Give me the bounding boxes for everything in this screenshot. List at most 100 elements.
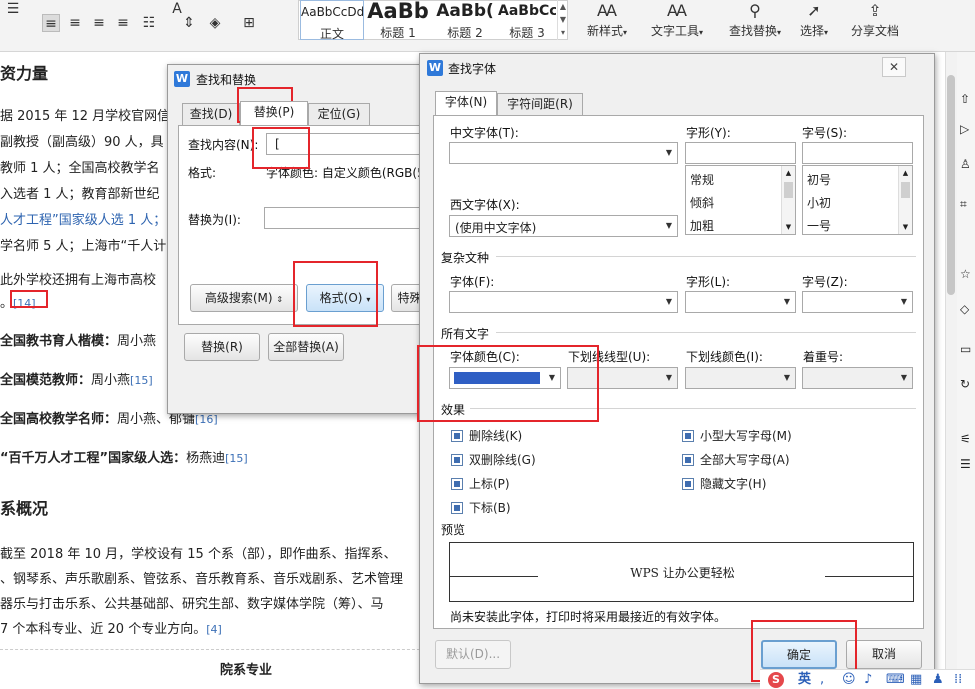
align-right-icon[interactable]: ≡ [90,14,108,32]
cursor-icon[interactable]: ▷ [960,122,969,136]
list-scrollbar[interactable]: ▲ ▼ [898,166,912,234]
align-center-icon[interactable]: ≡ [66,14,84,32]
emphasis-combo[interactable]: ▼ [802,367,913,389]
style-heading-2[interactable]: AaBb( 标题 2 [432,0,498,40]
checkbox-all-caps[interactable]: 全部大写字母(A) [682,451,790,468]
scrollbar-thumb[interactable] [784,182,793,198]
checkbox-small-caps[interactable]: 小型大写字母(M) [682,427,792,444]
tab-goto[interactable]: 定位(G) [308,103,370,125]
style-normal[interactable]: AaBbCcDd 正文 [300,0,364,41]
checkbox-box[interactable] [451,502,463,514]
style-heading-3[interactable]: AaBbCcI 标题 3 [498,0,556,40]
share-button[interactable]: ⇪ 分享文档 [846,0,904,39]
chevron-down-icon[interactable]: ▼ [782,220,795,234]
tab-char-spacing[interactable]: 字符间距(R) [497,93,583,115]
wps-logo-icon: W [174,71,190,87]
layout-icon[interactable]: ▭ [960,342,971,356]
advanced-search-button[interactable]: 高级搜索(M) ⇕ [190,284,298,312]
sogou-icon[interactable]: S [768,672,784,688]
justify-icon[interactable]: ≡ [114,14,132,32]
checkbox-subscript[interactable]: 下标(B) [451,499,511,516]
western-font-combo[interactable]: (使用中文字体) ▼ [449,215,678,237]
checkbox-hidden[interactable]: 隐藏文字(H) [682,475,766,492]
close-icon[interactable]: ✕ [882,57,906,77]
scrollbar-thumb[interactable] [947,75,955,295]
size-option[interactable]: 一号 [807,217,831,234]
complex-font-combo[interactable]: ▼ [449,291,678,313]
citation-ref[interactable]: [16] [195,413,218,426]
complex-size-combo[interactable]: ▼ [802,291,913,313]
checkbox-box[interactable] [451,478,463,490]
list-scrollbar[interactable]: ▲ ▼ [781,166,795,234]
checkbox-double-strikethrough[interactable]: 双删除线(G) [451,451,536,468]
chevron-down-icon[interactable]: ▼ [899,220,912,234]
size-input[interactable] [802,142,913,164]
sliders-icon[interactable]: ⚟ [960,432,971,446]
tab-find[interactable]: 查找(D) [182,103,240,125]
tab-font[interactable]: 字体(N) [435,91,497,115]
list-icon[interactable]: ☰ [4,0,22,18]
shirt-icon[interactable]: ♟ [932,671,944,689]
grid-icon[interactable]: ⁞⁞ [954,671,962,689]
chinese-font-combo[interactable]: ▼ [449,142,678,164]
smile-icon[interactable]: ☺ [842,671,856,689]
cube-icon[interactable]: ◇ [960,302,969,316]
punctuation-icon[interactable]: , [820,671,824,689]
distributed-icon[interactable]: ☷ [140,14,158,32]
citation-ref[interactable]: [15] [130,374,153,387]
default-button[interactable]: 默认(D)... [435,640,511,669]
refresh-icon[interactable]: ↻ [960,377,970,391]
complex-style-combo[interactable]: ▼ [685,291,796,313]
find-label: 查找内容(N): [188,138,259,152]
list-icon[interactable]: ☰ [960,457,971,471]
style-heading-1[interactable]: AaBb 标题 1 [366,0,430,40]
style-option[interactable]: 加粗 [690,217,714,234]
replace-button[interactable]: 替换(R) [184,333,260,361]
style-list[interactable]: 常规 倾斜 加粗 ▲ ▼ [685,165,796,235]
find-replace-button[interactable]: ⚲ 查找替换▾ [724,0,786,39]
skin-icon[interactable]: ▦ [910,671,922,689]
new-style-button[interactable]: Ꜳ 新样式▾ [580,0,634,39]
chevron-up-icon[interactable]: ▲ [899,166,912,180]
size-option[interactable]: 小初 [807,194,831,211]
dialog-titlebar[interactable]: W 查找字体 ✕ [420,54,934,82]
star-icon[interactable]: ☆ [960,267,971,281]
tab-replace[interactable]: 替换(P) [240,101,308,125]
line-spacing-icon[interactable]: ⇕ [180,14,198,32]
checkbox-box[interactable] [682,454,694,466]
style-gallery-scroll[interactable]: ▲ ▼ ▾ [557,0,568,40]
select-button[interactable]: ➚ 选择▾ [794,0,834,39]
text-tools-button[interactable]: Ꜳ 文字工具▾ [646,0,708,39]
checkbox-box[interactable] [451,454,463,466]
checkbox-strikethrough[interactable]: 删除线(K) [451,427,522,444]
scrollbar-thumb[interactable] [901,182,910,198]
doc-line: 此外学校还拥有上海市高校 [0,273,157,288]
users-icon[interactable]: ♙ [960,157,971,171]
align-left-icon[interactable]: ≡ [42,14,60,32]
checkbox-box[interactable] [682,478,694,490]
chevron-up-icon[interactable]: ▲ [782,166,795,180]
cancel-button[interactable]: 取消 [846,640,922,669]
size-option[interactable]: 初号 [807,171,831,188]
crop-icon[interactable]: ⌗ [960,197,967,212]
ime-mode[interactable]: 英 [798,671,811,689]
dialog-titlebar[interactable]: W 查找和替换 [168,65,424,93]
checkbox-box[interactable] [451,430,463,442]
keyboard-icon[interactable]: ⌨ [886,671,905,689]
border-icon[interactable]: ⊞ [240,14,258,32]
style-option[interactable]: 倾斜 [690,194,714,211]
underline-color-combo[interactable]: ▼ [685,367,796,389]
citation-ref[interactable]: [15] [225,452,248,465]
style-input[interactable] [685,142,796,164]
shading-icon[interactable]: ◈ [206,14,224,32]
doc-line-link[interactable]: 人才工程”国家级人选 1 人； [0,209,166,228]
checkbox-superscript[interactable]: 上标(P) [451,475,510,492]
style-option[interactable]: 常规 [690,171,714,188]
arrow-up-icon[interactable]: ⇧ [960,92,970,106]
mic-icon[interactable]: ♪ [864,671,872,689]
replace-all-button[interactable]: 全部替换(A) [268,333,344,361]
replace-input[interactable] [264,207,434,229]
checkbox-box[interactable] [682,430,694,442]
size-list[interactable]: 初号 小初 一号 ▲ ▼ [802,165,913,235]
citation-ref[interactable]: [4] [206,623,222,636]
